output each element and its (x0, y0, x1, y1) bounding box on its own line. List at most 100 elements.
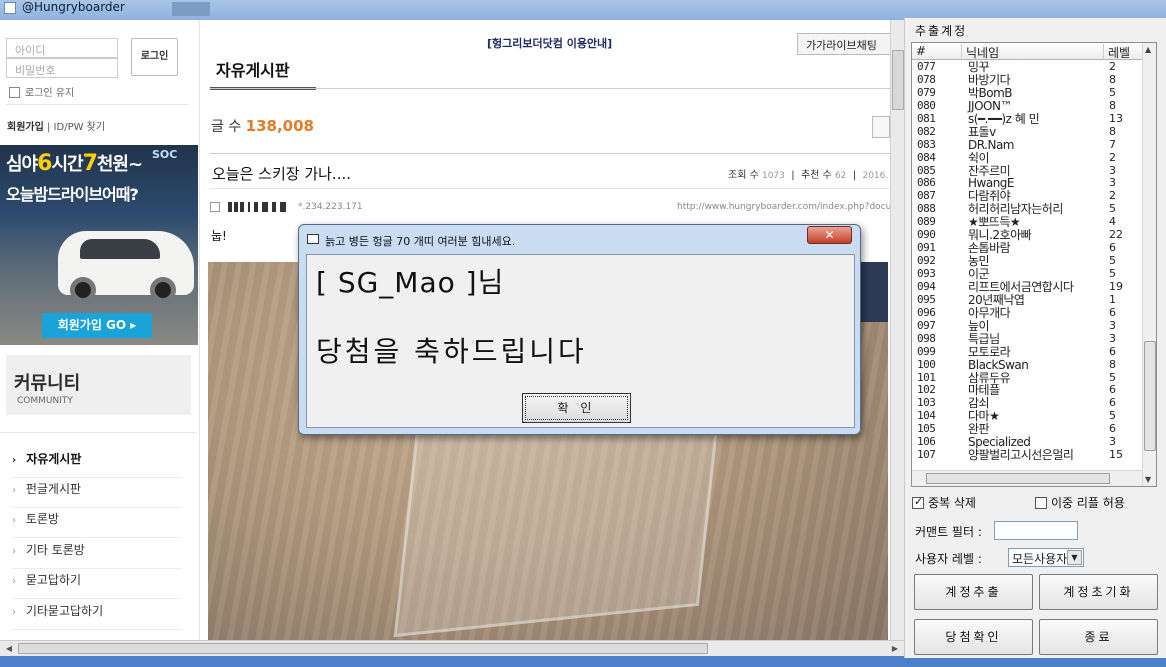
list-item[interactable]: 090 뭐니.2호아빠 22 (912, 229, 1142, 242)
chevron-right-icon: › (12, 576, 16, 587)
ad-join-button[interactable]: 회원가입 GO ▸ (42, 313, 152, 338)
divider (0, 432, 196, 433)
dialog-body: [ SG_Mao ]님 당첨을 축하드립니다 확 인 (306, 254, 855, 428)
list-item[interactable]: 104 다마★ 5 (912, 410, 1142, 423)
account-listview[interactable]: # 닉네임 레벨 077 밍꾸 2 078 바방기다 8 079 박BomB 5 080 JJOON… (911, 42, 1157, 487)
page-vertical-scrollbar[interactable] (890, 20, 904, 640)
col-header-no[interactable]: # (912, 44, 962, 59)
row-nickname: Specialized (968, 435, 1031, 450)
post-url[interactable]: http://www.hungryboarder.com/index.php?d… (677, 202, 890, 212)
list-item[interactable]: 096 아무개다 6 (912, 305, 1142, 320)
row-level: 5 (1109, 267, 1116, 280)
list-item[interactable]: 097 늪이 3 (912, 319, 1142, 333)
listview-vertical-scrollbar[interactable]: ▲ ▼ (1142, 43, 1156, 486)
list-item[interactable]: 079 박BomB 5 (912, 85, 1142, 100)
dedupe-checkbox[interactable]: 중복 삭제 (912, 494, 976, 511)
row-nickname: 감쇠 (968, 396, 990, 411)
list-item[interactable]: 101 삼류두유 5 (912, 370, 1142, 385)
list-item[interactable]: 077 밍꾸 2 (912, 61, 1142, 74)
double-reply-checkbox[interactable]: 이중 리플 허용 (1035, 494, 1125, 511)
list-item[interactable]: 091 손톱바람 6 (912, 242, 1142, 255)
list-item[interactable]: 085 잔주르미 3 (912, 164, 1142, 178)
password-input[interactable]: 비밀번호 (6, 58, 118, 78)
list-item[interactable]: 082 표돌v 8 (912, 125, 1142, 139)
scroll-right-icon[interactable]: ▶ (888, 642, 902, 655)
menu-item-other-debate[interactable]: › 기타 토론방 (12, 539, 182, 569)
listview-horizontal-scrollbar[interactable] (912, 470, 1142, 486)
scroll-thumb[interactable] (1144, 341, 1156, 451)
list-item[interactable]: 103 감쇠 6 (912, 397, 1142, 410)
list-item[interactable]: 080 JJOON™ 8 (912, 99, 1142, 113)
ad-subline: 오늘밤드라이브어때? (6, 185, 139, 204)
comment-filter-input[interactable] (994, 521, 1078, 540)
row-number: 079 (917, 85, 936, 99)
col-header-nickname[interactable]: 닉네임 (962, 44, 1104, 60)
scroll-thumb[interactable] (18, 643, 708, 654)
scroll-left-icon[interactable]: ◀ (2, 642, 16, 655)
list-item[interactable]: 083 DR.Nam 7 (912, 137, 1142, 152)
extract-accounts-button[interactable]: 계정추출 (914, 574, 1033, 610)
row-nickname: DR.Nam (968, 137, 1014, 152)
titlebar-badge (172, 2, 210, 16)
ad-banner[interactable]: 심야6시간7천원~ 오늘밤드라이브어때? SOC 회원가입 GO ▸ (0, 145, 198, 345)
user-level-select[interactable]: 모든사용자 ▼ (1008, 548, 1084, 567)
chat-button[interactable]: 가가라이브채팅 (797, 33, 890, 55)
dialog-close-button[interactable]: ✕ (807, 226, 852, 244)
post-body: 눕! (211, 229, 227, 243)
row-nickname: 허리허리남자는허리 (968, 202, 1063, 217)
list-item[interactable]: 098 특급님 3 (912, 332, 1142, 346)
list-item[interactable]: 099 모토로라 6 (912, 345, 1142, 359)
menu-item-other-qna[interactable]: › 기타묻고답하기 (12, 600, 182, 630)
board-title: 자유게시판 (210, 56, 316, 90)
list-item[interactable]: 095 20년째낙엽 1 (912, 293, 1142, 307)
row-number: 077 (917, 60, 936, 73)
menu-item-qna[interactable]: › 묻고답하기 (12, 569, 182, 599)
list-item[interactable]: 100 BlackSwan 8 (912, 358, 1142, 372)
author-nickname-image[interactable] (210, 200, 290, 214)
notice-link[interactable]: [헝그리보더닷컴 이용안내] (487, 35, 612, 51)
list-item[interactable]: 078 바방기다 8 (912, 73, 1142, 87)
page-horizontal-scrollbar[interactable]: ◀ ▶ (0, 640, 904, 656)
list-item[interactable]: 092 농민 5 (912, 255, 1142, 268)
menu-item-free-board[interactable]: › 자유게시판 (12, 448, 182, 478)
row-nickname: 다마★ (968, 409, 1000, 424)
ok-button[interactable]: 확 인 (522, 393, 631, 423)
list-item[interactable]: 086 HwangE 3 (912, 177, 1142, 190)
row-number: 091 (917, 241, 936, 255)
row-level: 5 (1109, 409, 1116, 423)
row-number: 087 (917, 189, 936, 203)
row-nickname: 양팔벌리고시선은멀리 (968, 448, 1074, 463)
menu-item-debate[interactable]: › 토론방 (12, 508, 182, 538)
reset-accounts-button[interactable]: 계정초기화 (1039, 574, 1158, 610)
scroll-down-icon[interactable]: ▼ (1145, 475, 1151, 484)
list-item[interactable]: 102 마테플 6 (912, 384, 1142, 397)
list-item[interactable]: 093 이군 5 (912, 268, 1142, 281)
list-item[interactable]: 094 리프트에서금연합시다 19 (912, 280, 1142, 294)
join-link[interactable]: 회원가입 (7, 122, 44, 133)
scroll-up-icon[interactable]: ▲ (1145, 45, 1151, 54)
chevron-right-icon: › (12, 515, 16, 526)
scroll-thumb[interactable] (926, 473, 1110, 484)
keep-login-checkbox[interactable]: 로그인 유지 (9, 84, 74, 99)
row-nickname: 완판 (968, 422, 990, 437)
list-item[interactable]: 107 양팔벌리고시선은멀리 15 (912, 449, 1142, 462)
scroll-thumb[interactable] (892, 50, 904, 110)
row-number: 107 (917, 448, 936, 462)
login-button[interactable]: 로그인 (131, 38, 178, 76)
divider (210, 188, 890, 189)
id-input[interactable]: 아이디 (6, 38, 118, 58)
list-item[interactable]: 081 s(━.━━)z 혜 민 13 (912, 111, 1142, 126)
row-nickname: 삼류두유 (968, 370, 1011, 385)
row-level: 6 (1109, 305, 1116, 319)
find-link[interactable]: ID/PW 찾기 (54, 122, 106, 133)
list-item[interactable]: 088 허리허리남자는허리 5 (912, 203, 1142, 216)
col-header-level[interactable]: 레벨 (1104, 44, 1144, 60)
exit-button[interactable]: 종료 (1039, 619, 1158, 655)
list-item[interactable]: 084 쉭이 2 (912, 151, 1142, 165)
check-winner-button[interactable]: 당첨확인 (914, 619, 1033, 655)
row-nickname: s(━.━━)z 혜 민 (968, 111, 1040, 126)
row-level: 5 (1109, 202, 1116, 216)
list-view-icon[interactable] (872, 116, 890, 138)
menu-item-fun-board[interactable]: › 펀글게시판 (12, 478, 182, 508)
row-nickname: 농민 (968, 254, 990, 269)
